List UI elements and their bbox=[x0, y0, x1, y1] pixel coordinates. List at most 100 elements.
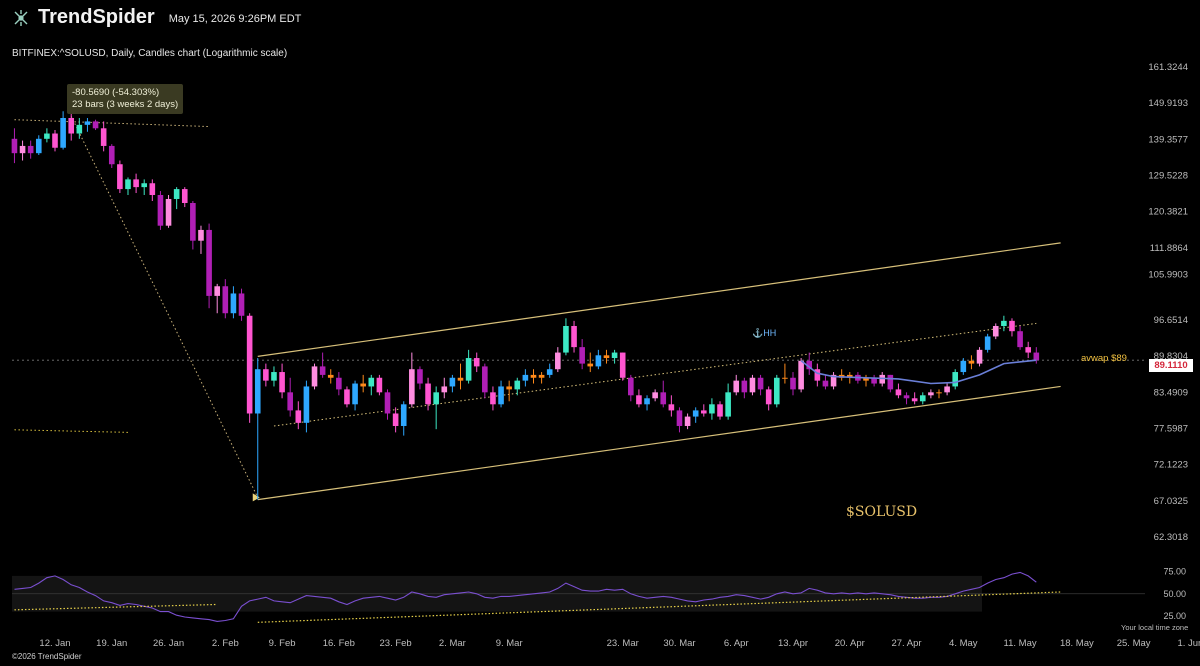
candle-body bbox=[92, 121, 99, 129]
candle bbox=[206, 223, 212, 309]
candle bbox=[84, 118, 91, 132]
candle-body bbox=[222, 286, 229, 314]
candle bbox=[482, 363, 488, 399]
candle bbox=[141, 179, 148, 195]
candle bbox=[449, 374, 456, 393]
candle-body bbox=[417, 369, 423, 384]
candle-body bbox=[1033, 352, 1040, 361]
candle-body bbox=[35, 138, 42, 154]
candle bbox=[352, 380, 358, 411]
candle-body bbox=[644, 398, 650, 405]
candle bbox=[644, 395, 650, 411]
candle-body bbox=[425, 383, 431, 405]
candle bbox=[319, 352, 326, 378]
candle-body bbox=[976, 349, 983, 364]
channel-lower-line bbox=[257, 385, 1061, 501]
candle bbox=[498, 380, 504, 408]
candle-body bbox=[263, 369, 269, 381]
candle-body bbox=[773, 377, 780, 405]
candle-body bbox=[611, 352, 618, 359]
trendspider-logo-icon bbox=[14, 9, 28, 26]
candle bbox=[457, 363, 464, 390]
candle bbox=[790, 372, 796, 396]
candle bbox=[952, 369, 959, 390]
candle bbox=[782, 363, 788, 384]
measure-duration: 23 bars (3 weeks 2 days) bbox=[72, 99, 179, 110]
price-tick-label: 67.0325 bbox=[1154, 496, 1188, 507]
candle bbox=[11, 128, 18, 164]
candle-body bbox=[522, 374, 529, 381]
candle-body bbox=[757, 377, 764, 390]
candle bbox=[822, 374, 829, 390]
candle-body bbox=[1009, 320, 1015, 332]
candle bbox=[944, 383, 950, 396]
candle-body bbox=[303, 386, 310, 423]
date-tick-label: 25. May bbox=[1117, 638, 1151, 649]
candle-body bbox=[692, 410, 699, 417]
candle bbox=[619, 352, 626, 381]
candle-body bbox=[246, 315, 253, 414]
rsi-pane: 75.00 50.00 25.00 bbox=[12, 566, 1186, 623]
candle bbox=[392, 407, 399, 433]
candle-body bbox=[457, 377, 464, 381]
candle-body bbox=[571, 325, 577, 348]
date-tick-label: 16. Feb bbox=[323, 638, 355, 649]
price-tick-label: 161.3244 bbox=[1148, 62, 1188, 73]
candle bbox=[19, 140, 26, 161]
candle bbox=[555, 347, 561, 373]
candle bbox=[684, 413, 691, 430]
candle-body bbox=[368, 377, 375, 387]
candle bbox=[1001, 315, 1007, 332]
candle-body bbox=[125, 179, 131, 190]
candle bbox=[692, 407, 699, 423]
date-tick-label: 12. Jan bbox=[39, 638, 70, 649]
hh-label: HH bbox=[763, 328, 777, 338]
date-tick-label: 23. Feb bbox=[380, 638, 412, 649]
candle-body bbox=[344, 389, 350, 405]
candle-body bbox=[360, 383, 366, 387]
candle-body bbox=[319, 366, 326, 375]
candle-body bbox=[392, 413, 399, 426]
candle bbox=[246, 313, 253, 423]
candle-body bbox=[952, 372, 959, 387]
candle bbox=[765, 386, 772, 411]
candle-body bbox=[206, 229, 212, 296]
date-tick-label: 19. Jan bbox=[96, 638, 127, 649]
price-tick-label: 120.3821 bbox=[1148, 207, 1188, 218]
avwap-line bbox=[800, 359, 1037, 385]
candle-body bbox=[490, 392, 496, 405]
candle-body bbox=[798, 360, 804, 390]
candle-body bbox=[165, 198, 172, 226]
timezone-note[interactable]: Your local time zone bbox=[1121, 623, 1188, 632]
candle bbox=[287, 377, 293, 417]
candle bbox=[911, 392, 918, 405]
candle bbox=[522, 369, 529, 387]
candle bbox=[60, 111, 66, 150]
candle bbox=[473, 352, 480, 373]
brand-name: TrendSpider bbox=[38, 6, 155, 28]
candle-body bbox=[903, 395, 910, 399]
candle bbox=[636, 389, 642, 408]
candle-body bbox=[636, 395, 642, 405]
rsi-tick-label: 25.00 bbox=[1163, 611, 1186, 621]
candle bbox=[417, 366, 423, 390]
candle bbox=[919, 392, 926, 405]
candle bbox=[538, 372, 545, 384]
candle bbox=[749, 374, 756, 396]
candle bbox=[295, 401, 302, 430]
candle bbox=[563, 318, 569, 356]
candle-body bbox=[44, 133, 50, 139]
candle bbox=[895, 383, 902, 399]
candle-body bbox=[1001, 320, 1007, 326]
candle-body bbox=[911, 398, 918, 402]
candle bbox=[903, 392, 910, 405]
candle-body bbox=[400, 404, 407, 426]
candle-body bbox=[433, 392, 439, 405]
date-tick-label: 30. Mar bbox=[663, 638, 695, 649]
candle-body bbox=[538, 374, 545, 378]
date-tick-label: 13. Apr bbox=[778, 638, 808, 649]
date-axis: 12. Jan 19. Jan 26. Jan 2. Feb 9. Feb 16. Feb… bbox=[39, 638, 1200, 649]
candle-body bbox=[984, 336, 991, 350]
candle-body bbox=[628, 377, 634, 396]
candle bbox=[376, 374, 383, 396]
